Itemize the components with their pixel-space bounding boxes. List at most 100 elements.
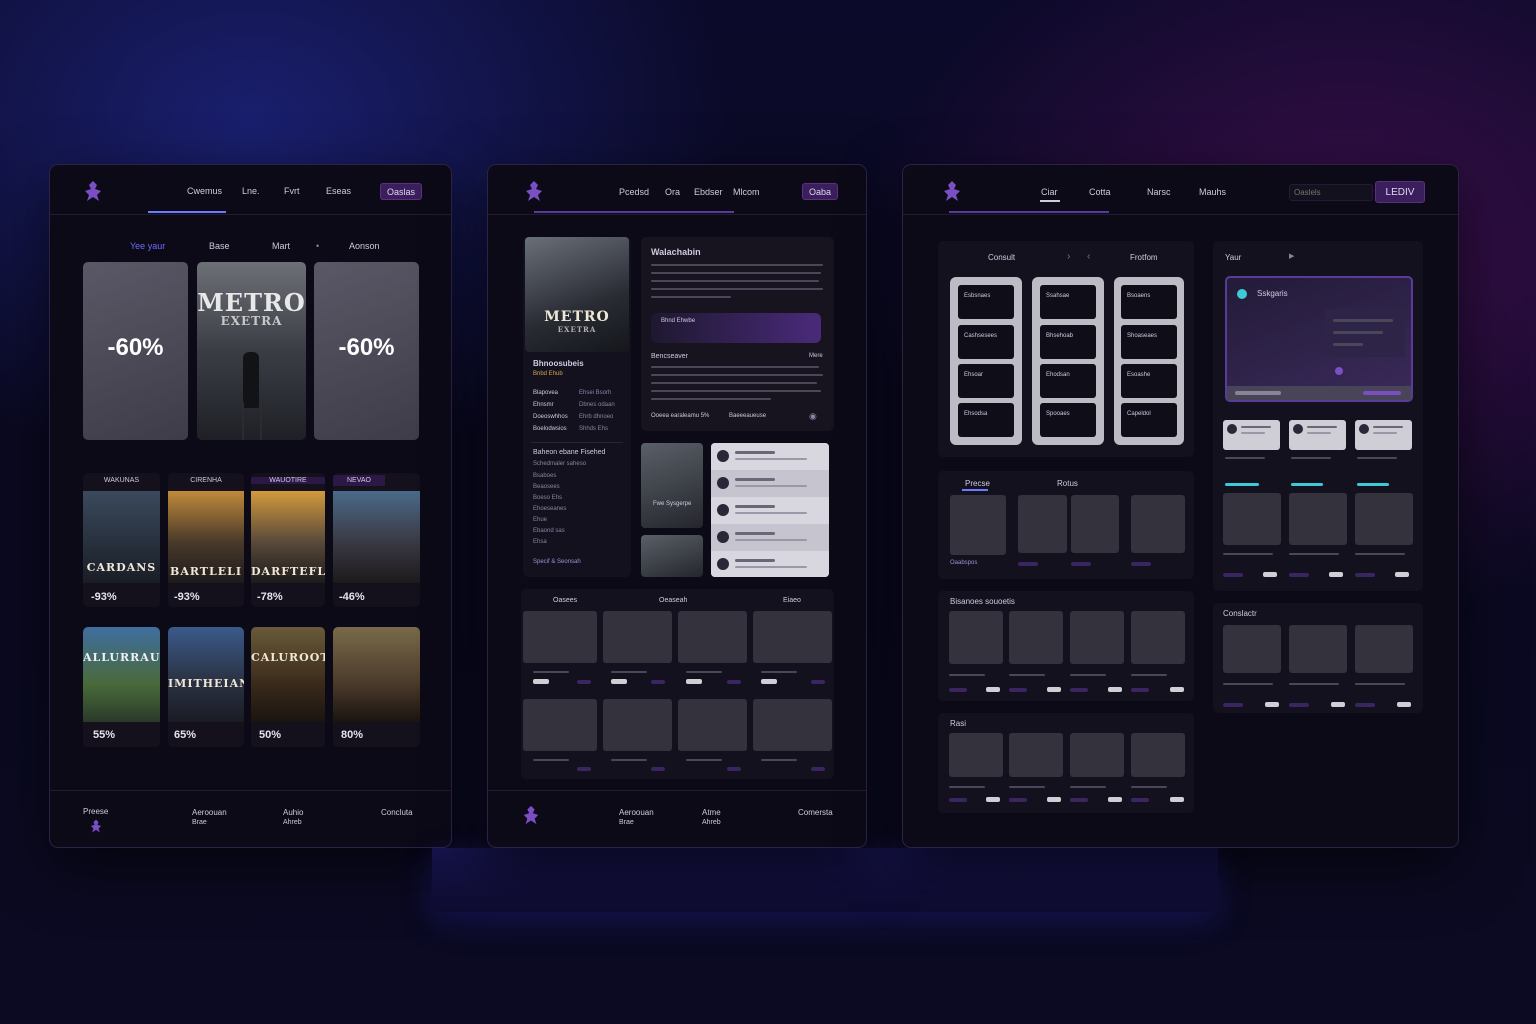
nav-cta-button[interactable]: Oaslas: [380, 183, 422, 200]
footer-sublink[interactable]: Ahreb: [283, 819, 302, 826]
buy-button[interactable]: [811, 680, 825, 684]
eye-icon[interactable]: ◉: [809, 411, 817, 422]
nav-link-1[interactable]: Pcedsd: [619, 187, 649, 197]
board-card[interactable]: Ehsodsa: [958, 403, 1014, 437]
game-card[interactable]: 80%: [333, 627, 420, 747]
grid-tab[interactable]: Eiaeo: [783, 597, 801, 604]
section-tab[interactable]: Rotus: [1057, 479, 1078, 488]
media-thumb[interactable]: [1131, 611, 1185, 664]
tag-chip[interactable]: [949, 688, 967, 692]
review-item[interactable]: [711, 524, 829, 551]
action-chip[interactable]: [1397, 702, 1411, 707]
hero-discount-card-right[interactable]: -60%: [314, 262, 419, 440]
nav-cta-button[interactable]: Oaba: [802, 183, 838, 200]
buy-button[interactable]: [811, 767, 825, 771]
game-card[interactable]: ALLURRAUS. 55%: [83, 627, 160, 747]
tag-chip[interactable]: [1289, 703, 1309, 707]
chevron-right-icon[interactable]: ›: [1067, 251, 1070, 262]
media-thumb[interactable]: [1070, 611, 1124, 664]
product-thumb[interactable]: [1223, 493, 1281, 545]
buy-button[interactable]: [577, 767, 591, 771]
review-item[interactable]: [711, 551, 829, 577]
tag-chip[interactable]: [1070, 688, 1088, 692]
grid-tab[interactable]: Oasees: [553, 597, 577, 604]
board-card[interactable]: Spooaes: [1040, 403, 1096, 437]
buy-button[interactable]: [651, 680, 665, 684]
buy-button[interactable]: [727, 680, 741, 684]
action-chip[interactable]: [1331, 702, 1345, 707]
screenshot-thumb[interactable]: [641, 535, 703, 577]
buy-button[interactable]: [727, 767, 741, 771]
nav-link-3[interactable]: Narsc: [1147, 187, 1171, 197]
product-thumb[interactable]: [1289, 493, 1347, 545]
sidebar-footer-link[interactable]: Specif & Seonsah: [533, 559, 581, 565]
tab-aonson[interactable]: Aonson: [349, 241, 380, 251]
product-thumb[interactable]: [523, 699, 597, 751]
review-item[interactable]: [711, 497, 829, 524]
nav-link-1[interactable]: Ciar: [1041, 187, 1058, 197]
nav-link-2[interactable]: Lne.: [242, 186, 260, 196]
board-card[interactable]: Esoashe: [1121, 364, 1177, 398]
board-card[interactable]: Capeldol: [1121, 403, 1177, 437]
tab-yee-yaur[interactable]: Yee yaur: [130, 241, 165, 251]
hero-poster-metro[interactable]: METRO EXETRA: [197, 262, 306, 440]
product-thumb[interactable]: [603, 699, 672, 751]
game-card[interactable]: CIRENHA BARTLELI -93%: [168, 473, 244, 607]
action-chip[interactable]: [1263, 572, 1277, 577]
game-card[interactable]: IMITHEIAN 65%: [168, 627, 244, 747]
action-chip[interactable]: [1047, 797, 1061, 802]
footer-link[interactable]: Auhio: [283, 808, 303, 817]
action-chip[interactable]: [1108, 687, 1122, 692]
notification-preview[interactable]: Sskgaris: [1225, 276, 1413, 402]
footer-sublink[interactable]: Ahreb: [702, 819, 721, 826]
nav-link-3[interactable]: Ebdser: [694, 187, 723, 197]
game-card[interactable]: WAKUNAS CARDANS -93%: [83, 473, 160, 607]
media-thumb[interactable]: [949, 733, 1003, 777]
tag-chip[interactable]: [1018, 562, 1038, 566]
user-card[interactable]: [1289, 420, 1346, 450]
action-chip[interactable]: [1170, 797, 1184, 802]
product-thumb[interactable]: [678, 611, 747, 663]
nav-link-2[interactable]: Ora: [665, 187, 680, 197]
board-card[interactable]: Cashsesees: [958, 325, 1014, 359]
product-thumb[interactable]: [1355, 625, 1413, 673]
tag-chip[interactable]: [1070, 798, 1088, 802]
highlight-banner[interactable]: Bhnd Ehwbe: [651, 313, 821, 343]
nav-link-3[interactable]: Fvrt: [284, 186, 300, 196]
action-chip[interactable]: [1395, 572, 1409, 577]
board-card[interactable]: Ssahsae: [1040, 285, 1096, 319]
media-thumb[interactable]: [1009, 733, 1063, 777]
grid-tab[interactable]: Oeaseah: [659, 597, 687, 604]
board-card[interactable]: Esbsnaes: [958, 285, 1014, 319]
app-logo-icon[interactable]: [82, 180, 104, 202]
product-thumb[interactable]: [753, 699, 832, 751]
game-card[interactable]: NEVAO -46%: [333, 473, 420, 607]
media-thumb[interactable]: [1131, 495, 1185, 553]
nav-cta-button[interactable]: LEDIV: [1375, 181, 1425, 203]
tag-chip[interactable]: [1289, 573, 1309, 577]
user-card[interactable]: [1223, 420, 1280, 450]
action-chip[interactable]: [1047, 687, 1061, 692]
tag-chip[interactable]: [1131, 562, 1151, 566]
action-chip[interactable]: [1329, 572, 1343, 577]
tag-chip[interactable]: [1009, 798, 1027, 802]
tab-mart[interactable]: Mart: [272, 241, 290, 251]
footer-link[interactable]: Concluta: [381, 808, 413, 817]
action-chip[interactable]: [1170, 687, 1184, 692]
board-card[interactable]: Shoaseaes: [1121, 325, 1177, 359]
app-logo-icon[interactable]: [941, 180, 963, 202]
footer-sublink[interactable]: Brae: [619, 819, 634, 826]
screenshot-thumb[interactable]: Fwe Sysgerpe: [641, 443, 703, 528]
action-chip[interactable]: [986, 687, 1000, 692]
action-chip[interactable]: [1265, 702, 1279, 707]
footer-link[interactable]: Aeroouan: [619, 808, 654, 817]
play-icon[interactable]: ▶: [1289, 252, 1294, 260]
product-thumb[interactable]: [1223, 625, 1281, 673]
product-thumb[interactable]: [523, 611, 597, 663]
reviews-more-link[interactable]: Mere: [809, 353, 823, 359]
board-card[interactable]: Bhsehoab: [1040, 325, 1096, 359]
app-logo-icon[interactable]: [523, 180, 545, 202]
action-chip[interactable]: [1108, 797, 1122, 802]
tag-chip[interactable]: [1131, 798, 1149, 802]
nav-link-4[interactable]: Mauhs: [1199, 187, 1226, 197]
